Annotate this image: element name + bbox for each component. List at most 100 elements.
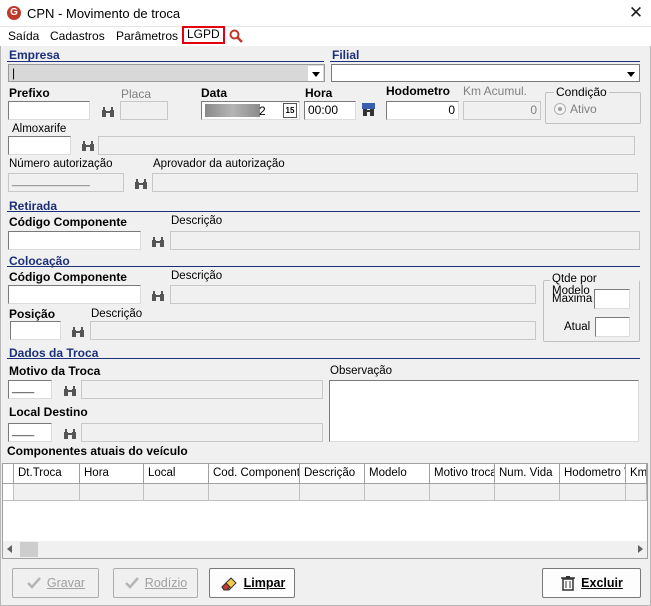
- local-destino-input[interactable]: ____: [8, 423, 52, 442]
- colocacao-descricao-input: [170, 285, 536, 304]
- rodizio-button[interactable]: Rodízio: [113, 568, 198, 598]
- binoculars-icon[interactable]: [134, 178, 148, 190]
- retirada-descricao-label: Descrição: [171, 215, 223, 227]
- binoculars-icon[interactable]: [81, 140, 95, 152]
- hodometro-input[interactable]: 0: [386, 101, 459, 120]
- limpar-button[interactable]: Limpar: [209, 568, 295, 598]
- data-input[interactable]: 2 15: [201, 101, 300, 120]
- table-cell[interactable]: [560, 484, 626, 501]
- colocacao-descricao-label: Descrição: [171, 270, 223, 282]
- col-cod-componente[interactable]: Cod. Componente: [209, 464, 300, 484]
- col-num-vida[interactable]: Num. Vida: [495, 464, 560, 484]
- observacao-textarea[interactable]: [329, 380, 639, 442]
- placa-label: Placa: [121, 87, 152, 101]
- col-hodometro[interactable]: Hodometro V: [560, 464, 626, 484]
- gravar-button[interactable]: Gravar: [12, 568, 99, 598]
- posicao-label: Posição: [9, 307, 56, 321]
- prefixo-label: Prefixo: [9, 86, 50, 100]
- ativo-radio[interactable]: [554, 103, 566, 115]
- binoculars-icon[interactable]: [151, 236, 165, 248]
- hora-input[interactable]: 00:00: [304, 101, 356, 120]
- binoculars-icon[interactable]: [151, 290, 165, 302]
- excluir-button[interactable]: Excluir: [542, 568, 641, 598]
- table-cell[interactable]: [430, 484, 495, 501]
- local-destino-label: Local Destino: [9, 405, 88, 419]
- dados-troca-divider: [7, 358, 640, 359]
- retirada-divider: [7, 211, 640, 212]
- maxima-label: Maxima: [552, 293, 593, 305]
- calendar-icon[interactable]: 15: [283, 103, 297, 118]
- qtde-modelo-group: Qtde por Modelo Maxima Atual: [543, 273, 640, 342]
- menu-saida[interactable]: Saída: [8, 28, 39, 45]
- table-row[interactable]: [14, 484, 80, 501]
- scroll-left-icon[interactable]: [7, 545, 12, 553]
- filial-label: Filial: [332, 48, 360, 62]
- menu-parametros[interactable]: Parâmetros: [116, 28, 178, 45]
- chevron-down-icon[interactable]: [623, 66, 638, 81]
- table-cell[interactable]: [300, 484, 365, 501]
- hodometro-label: Hodometro: [386, 84, 450, 98]
- posicao-descricao-label: Descrição: [91, 308, 143, 320]
- almoxarife-input[interactable]: [8, 136, 71, 155]
- table-cell[interactable]: [495, 484, 560, 501]
- retirada-codigo-label: Código Componente: [9, 215, 127, 229]
- filial-divider: [330, 61, 640, 62]
- scroll-right-icon[interactable]: [638, 545, 643, 553]
- condicao-group: Condição Ativo: [545, 85, 641, 124]
- km-acumul-input: 0: [463, 101, 541, 120]
- close-icon[interactable]: ✕: [624, 2, 648, 24]
- grid-indicator-header: [3, 464, 14, 484]
- col-km[interactable]: Km: [626, 464, 647, 484]
- app-logo-icon: G: [7, 6, 21, 20]
- atual-input[interactable]: [595, 317, 630, 337]
- search-icon[interactable]: [229, 29, 243, 43]
- col-local[interactable]: Local: [144, 464, 209, 484]
- binoculars-icon[interactable]: [71, 326, 85, 338]
- maxima-input[interactable]: [594, 289, 630, 309]
- motivo-input[interactable]: ____: [8, 380, 52, 399]
- empresa-select[interactable]: |: [8, 64, 325, 82]
- table-cell[interactable]: [626, 484, 647, 501]
- atual-label: Atual: [564, 321, 591, 333]
- posicao-input[interactable]: [10, 321, 61, 340]
- observacao-label: Observação: [330, 365, 393, 377]
- hora-label: Hora: [305, 86, 333, 100]
- grid-row-indicator: [3, 484, 14, 501]
- chevron-down-icon[interactable]: [308, 66, 323, 81]
- checkmark-icon: [124, 577, 139, 589]
- km-acumul-label: Km Acumul.: [463, 84, 528, 98]
- trash-icon: [561, 576, 576, 591]
- window-title: CPN - Movimento de troca: [27, 6, 181, 21]
- col-hora[interactable]: Hora: [80, 464, 144, 484]
- col-descricao[interactable]: Descrição: [300, 464, 365, 484]
- col-motivo-troca[interactable]: Motivo troca: [430, 464, 495, 484]
- table-cell[interactable]: [209, 484, 300, 501]
- num-autorizacao-label: Número autorização: [9, 158, 113, 170]
- binoculars-icon[interactable]: [63, 428, 77, 440]
- date-search-icon[interactable]: [361, 102, 376, 118]
- empresa-label: Empresa: [9, 48, 60, 62]
- binoculars-icon[interactable]: [63, 385, 77, 397]
- filial-select[interactable]: [331, 64, 640, 82]
- col-dt-troca[interactable]: Dt.Troca: [14, 464, 80, 484]
- table-cell[interactable]: [144, 484, 209, 501]
- menu-lgpd[interactable]: LGPD: [182, 26, 225, 44]
- retirada-codigo-input[interactable]: [8, 231, 141, 250]
- colocacao-divider: [7, 266, 640, 267]
- local-destino-descricao-input: [81, 423, 323, 442]
- col-modelo[interactable]: Modelo: [365, 464, 430, 484]
- posicao-descricao-input: [90, 321, 536, 340]
- binoculars-icon[interactable]: [101, 106, 115, 118]
- empresa-divider: [7, 61, 324, 62]
- menu-cadastros[interactable]: Cadastros: [50, 28, 105, 45]
- table-cell[interactable]: [365, 484, 430, 501]
- retirada-descricao-input: [170, 231, 640, 250]
- condicao-label: Condição: [554, 85, 609, 99]
- motivo-descricao-input: [81, 380, 323, 399]
- table-cell[interactable]: [80, 484, 144, 501]
- horizontal-scrollbar[interactable]: [3, 541, 647, 558]
- colocacao-codigo-input[interactable]: [8, 285, 141, 304]
- checkmark-icon: [27, 577, 41, 589]
- scroll-thumb[interactable]: [20, 542, 38, 557]
- prefixo-input[interactable]: [8, 101, 90, 120]
